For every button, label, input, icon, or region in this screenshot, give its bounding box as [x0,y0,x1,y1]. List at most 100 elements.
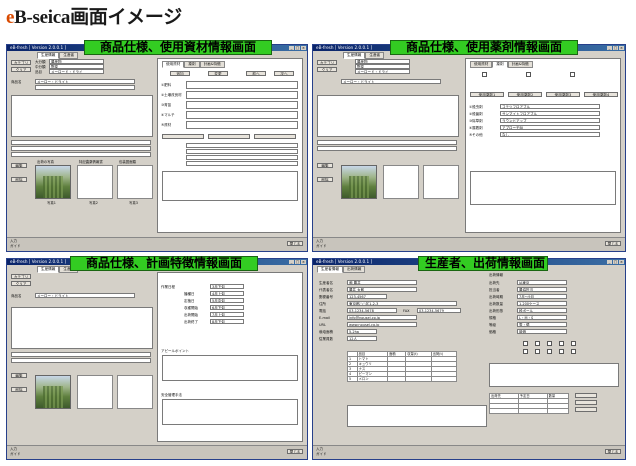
minimize-icon[interactable]: _ [289,46,294,50]
material-field[interactable] [186,101,298,109]
checkbox[interactable] [535,349,540,354]
producer-field[interactable]: info@nousei.co.jp [347,315,417,320]
chemical-field[interactable]: コテツフロアブル [500,104,600,109]
material-detail-field[interactable] [186,143,298,148]
table-cell[interactable] [489,408,519,414]
producer-notes-area[interactable] [347,405,487,427]
producer-field[interactable]: 東京都○○区1-2-3 [347,301,457,306]
next-button[interactable]: 次へ [274,71,294,76]
minimize-icon[interactable]: _ [607,46,612,50]
plan-field[interactable]: 3月下旬 [210,284,244,289]
tab-chemicals[interactable]: 薬剤 [492,61,508,68]
tab-chemicals[interactable]: 薬剤 [184,61,200,68]
chemical-button[interactable]: 使用薬剤1 [470,92,504,97]
shipping-action-button[interactable] [575,407,597,412]
edit-button[interactable]: 編集 [317,163,333,168]
category-button[interactable]: カテゴリ [11,274,31,279]
category-button[interactable]: カテゴリ [11,60,31,65]
spec-field[interactable] [317,140,457,145]
chemical-button[interactable]: 使用薬剤4 [584,92,618,97]
shipping-field[interactable]: 農協担当 [517,287,567,292]
shipping-field[interactable]: 時価 [517,329,567,334]
tab-producer[interactable]: 生産者 [59,52,79,59]
chemical-notes-area[interactable] [470,171,616,205]
chemical-field[interactable]: なし [500,132,600,137]
table-cell[interactable]: メロン [356,376,389,382]
product-photo[interactable] [341,165,377,199]
material-field[interactable] [186,111,298,119]
clear-button[interactable]: クリア [11,67,31,72]
photo-slot[interactable] [77,375,113,409]
tab-plan[interactable]: 計画&特徴 [507,61,533,68]
table-row[interactable] [489,408,570,414]
checkbox[interactable] [547,349,552,354]
producer-field[interactable]: 12人 [347,336,377,341]
prev-button[interactable]: 前へ [246,71,266,76]
material-field[interactable] [186,91,298,99]
producer-field[interactable]: ㈱ 農井 [347,280,417,285]
table-row[interactable]: 5 メロン [347,376,458,382]
category-button[interactable]: カテゴリ [317,60,337,65]
tab-producer-info[interactable]: 生産者情報 [317,266,343,273]
maximize-icon[interactable]: □ [613,260,618,264]
product-spec-area[interactable] [11,307,153,349]
shipping-field[interactable]: 1,200ケース [517,301,567,306]
photo-slot[interactable] [117,165,153,199]
checkbox[interactable] [535,341,540,346]
material-sub-button[interactable] [208,134,250,139]
chemical-button[interactable]: 使用薬剤3 [546,92,580,97]
checkbox[interactable] [571,349,576,354]
material-detail-field[interactable] [186,149,298,154]
chemical-field[interactable]: ラウンドアップ [500,118,600,123]
maximize-icon[interactable]: □ [613,46,618,50]
spec-field[interactable] [11,152,151,157]
material-sub-button[interactable] [162,134,204,139]
maximize-icon[interactable]: □ [295,46,300,50]
add-button[interactable]: 追加 [170,71,190,76]
product-spec-area[interactable] [317,95,459,137]
class-field[interactable]: メーロード・ドライ [355,69,410,74]
plan-field[interactable]: 5月中旬 [210,298,244,303]
shipping-field[interactable]: 段ボール [517,308,567,313]
plan-field[interactable]: 7月上旬 [210,312,244,317]
checkbox[interactable] [559,341,564,346]
photo-slot[interactable] [77,165,113,199]
checkbox[interactable] [482,72,487,77]
producer-field[interactable]: 03-1234-5678 [347,308,397,313]
checkbox[interactable] [570,72,575,77]
material-notes-area[interactable] [162,171,298,201]
product-name-field[interactable]: メーロー・ドライト [35,293,135,298]
checkbox[interactable] [571,341,576,346]
clear-button[interactable]: クリア [317,67,337,72]
close-icon[interactable]: × [301,46,306,50]
tab-shipping-info[interactable]: 出荷情報 [342,266,366,273]
tab-materials[interactable]: 使用資材 [470,61,493,68]
edit-button[interactable]: 編集 [11,373,27,378]
table-cell[interactable] [405,376,432,382]
close-icon[interactable]: × [301,260,306,264]
photo-slot[interactable] [383,165,419,199]
minimize-icon[interactable]: _ [289,260,294,264]
producer-field[interactable]: www.nousei.co.jp [347,322,417,327]
change-button[interactable]: 変更 [208,71,228,76]
tab-materials[interactable]: 使用資材 [162,61,185,68]
tab-producer[interactable]: 生産者 [365,52,385,59]
spec-field[interactable] [11,358,151,363]
producer-field[interactable]: 123-4567 [347,294,387,299]
material-sub-button[interactable] [254,134,296,139]
class-field[interactable]: メーロード・ドライ [49,69,104,74]
chemical-field[interactable]: サンマイトフロアブル [500,111,600,116]
checkbox[interactable] [526,72,531,77]
plan-field[interactable]: 6月下旬 [210,305,244,310]
safety-area[interactable] [162,399,298,425]
checkbox[interactable] [559,349,564,354]
producer-field[interactable]: 農井 太郎 [347,287,417,292]
photo-slot[interactable] [423,165,459,199]
chemical-field[interactable]: アプローチBI [500,125,600,130]
product-name-field[interactable]: メーロー・ドライト [35,79,135,84]
maximize-icon[interactable]: □ [295,260,300,264]
material-detail-field[interactable] [186,155,298,160]
producer-field[interactable]: 5.2ha [347,329,377,334]
spec-field[interactable] [317,146,457,151]
appeal-area[interactable] [162,355,298,381]
